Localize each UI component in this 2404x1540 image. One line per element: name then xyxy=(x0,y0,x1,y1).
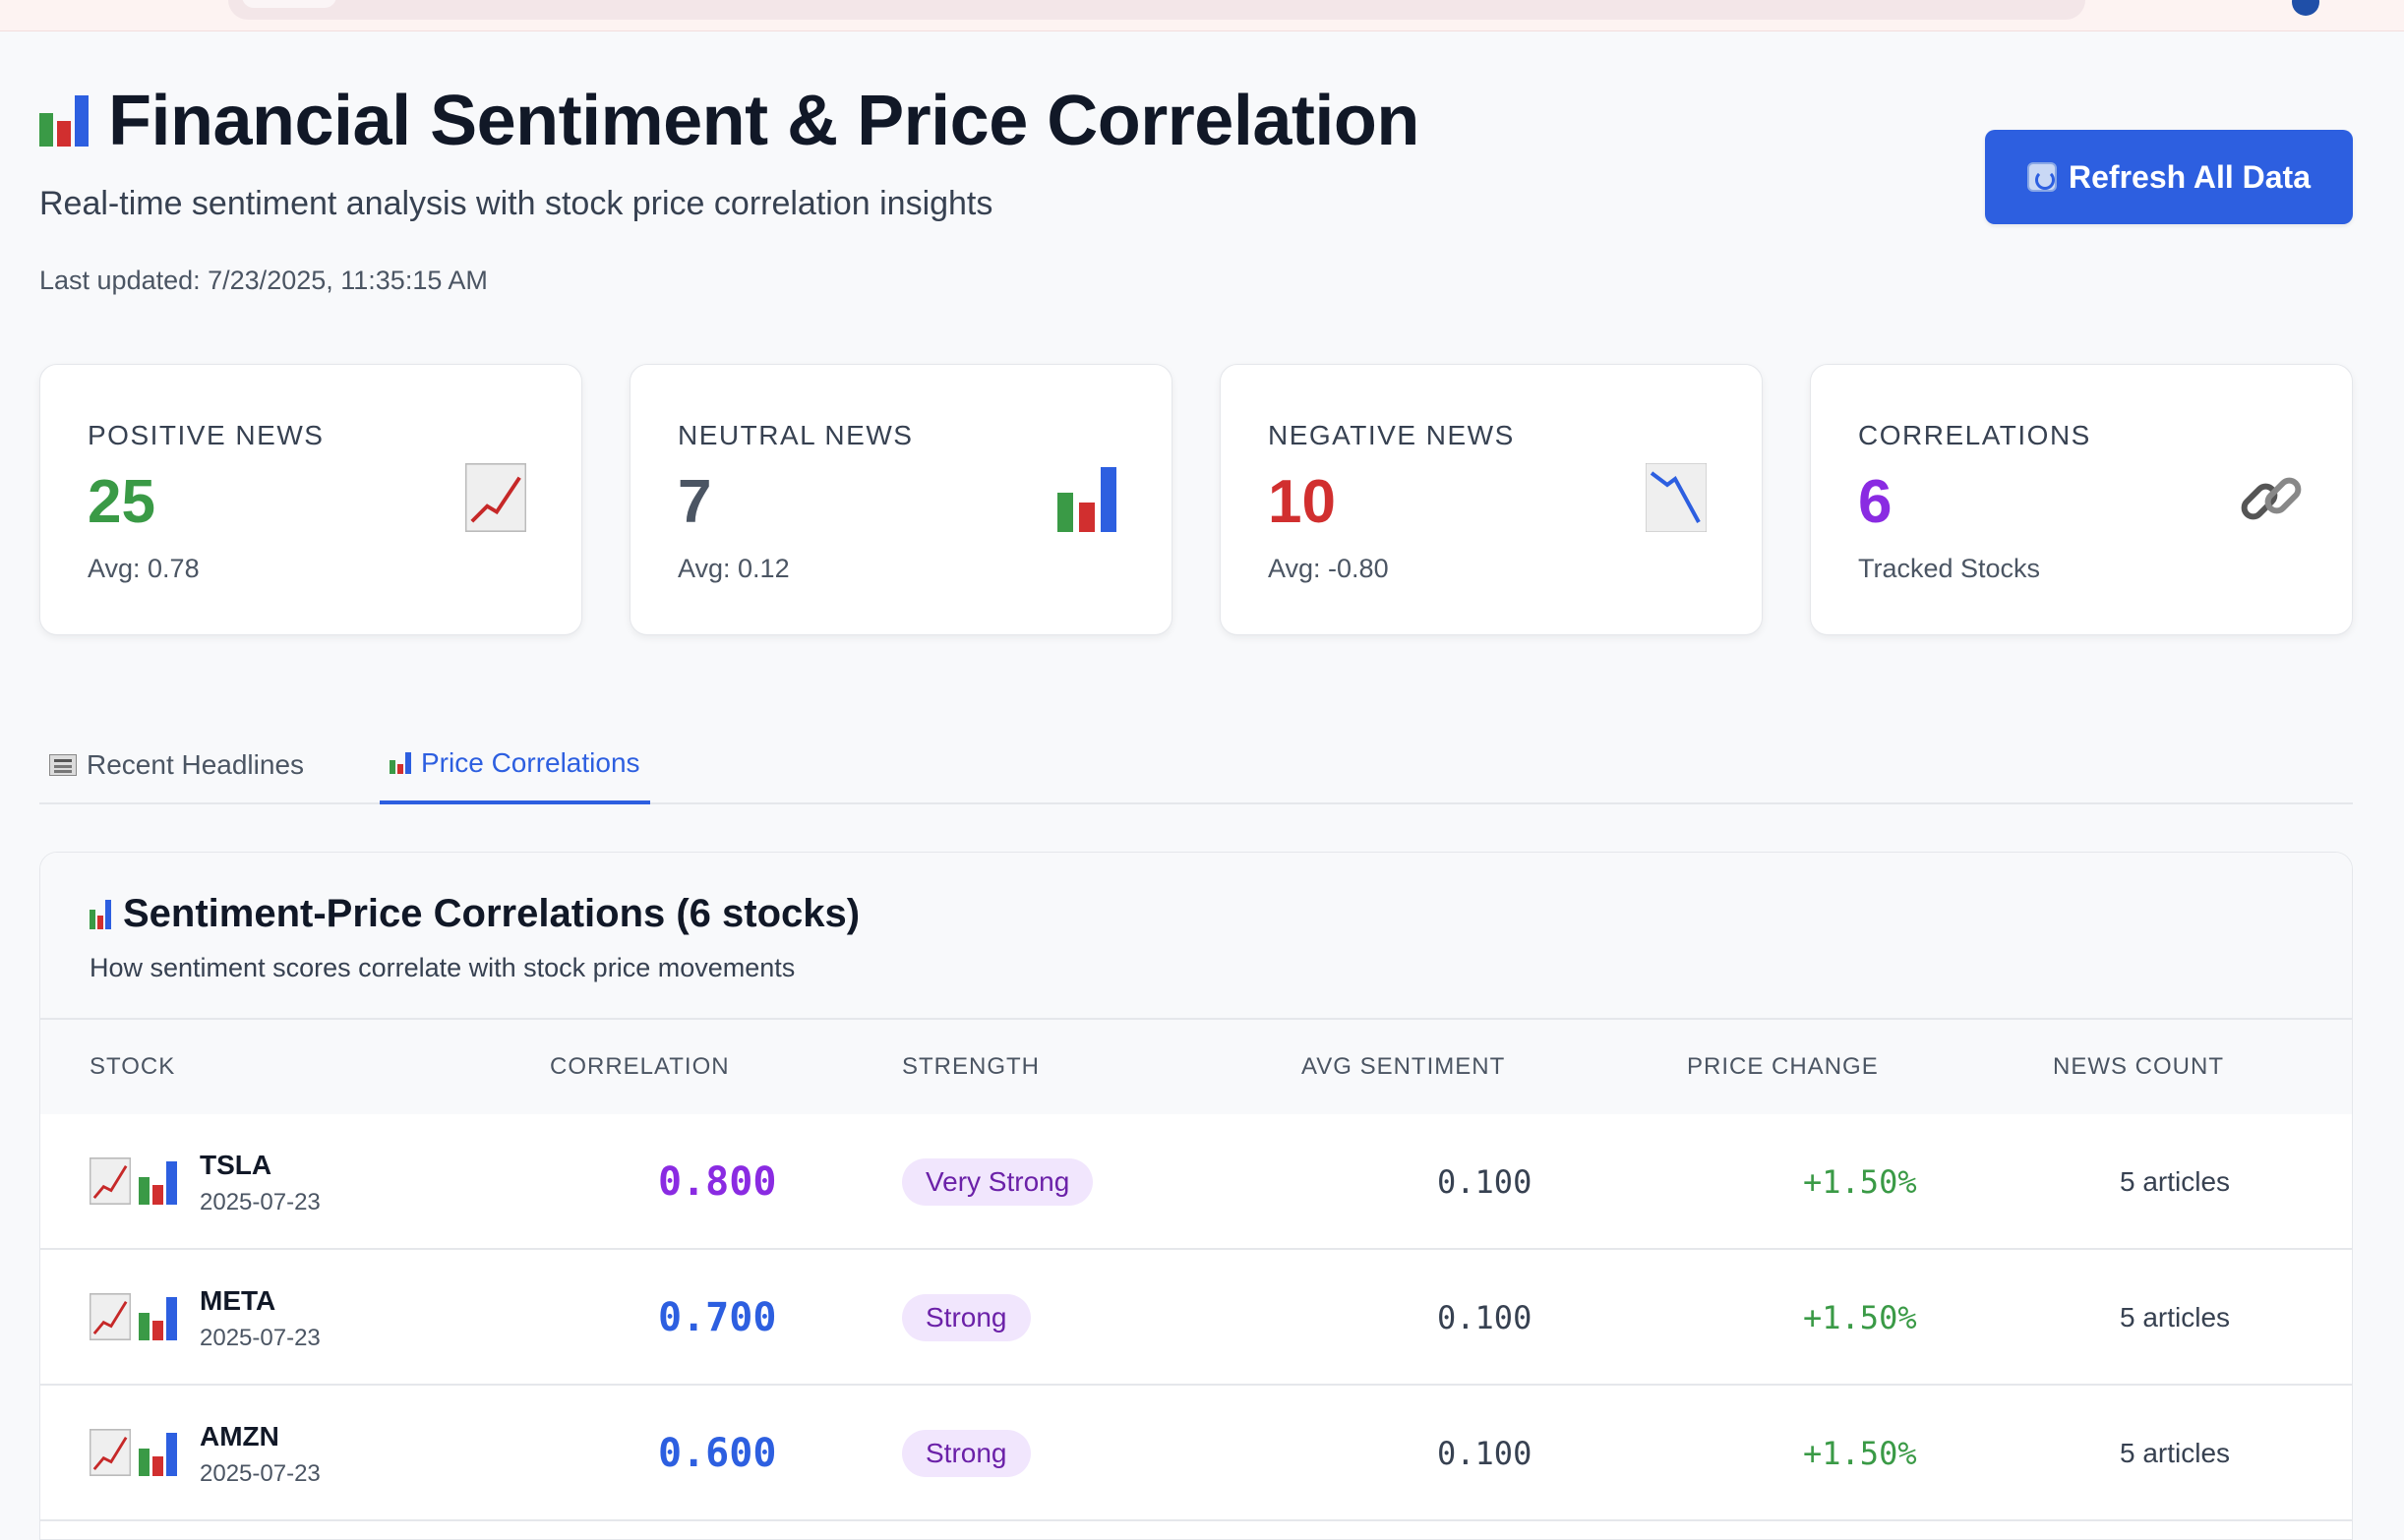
column-header-correlation[interactable]: CORRELATION xyxy=(550,1020,730,1114)
strength-cell: Strong xyxy=(902,1386,1031,1521)
table-row[interactable]: TSLA 2025-07-23 0.800 Very Strong 0.100 … xyxy=(40,1114,2352,1250)
correlation-value: 0.700 xyxy=(658,1295,777,1340)
link-icon xyxy=(2236,463,2302,534)
refresh-icon xyxy=(2027,162,2057,192)
chart-increasing-icon xyxy=(90,1293,131,1340)
bar-chart-icon xyxy=(139,1161,177,1205)
panel-title: Sentiment-Price Correlations (6 stocks) xyxy=(90,892,860,936)
stock-date: 2025-07-23 xyxy=(200,1325,321,1351)
panel-header: Sentiment-Price Correlations (6 stocks) … xyxy=(40,853,2352,1020)
stat-sub: Avg: -0.80 xyxy=(1268,554,1389,583)
bar-chart-icon xyxy=(139,1433,177,1476)
tab-price-correlations[interactable]: Price Correlations xyxy=(380,726,650,804)
price-change-value: +1.50% xyxy=(1803,1163,1917,1201)
stat-label: NEUTRAL NEWS xyxy=(678,420,914,450)
column-header-strength[interactable]: STRENGTH xyxy=(902,1020,1040,1114)
stat-value: 7 xyxy=(678,468,712,536)
avg-sentiment-value: 0.100 xyxy=(1437,1435,1533,1472)
stock-date: 2025-07-23 xyxy=(200,1460,321,1487)
chart-increasing-icon xyxy=(465,463,528,534)
news-count-value: 5 articles xyxy=(2120,1302,2231,1333)
bar-chart-icon xyxy=(39,95,89,147)
news-count-value: 5 articles xyxy=(2120,1166,2231,1197)
correlation-value: 0.600 xyxy=(658,1431,777,1476)
strength-cell: Very Strong xyxy=(902,1114,1094,1250)
address-bar[interactable] xyxy=(228,0,2085,20)
news-count-value: 5 articles xyxy=(2120,1438,2231,1468)
table-header: STOCK CORRELATION STRENGTH AVG SENTIMENT… xyxy=(40,1020,2352,1114)
last-updated-text: Last updated: 7/23/2025, 11:35:15 AM xyxy=(39,266,488,295)
strength-badge: Strong xyxy=(902,1430,1031,1477)
stat-card-neutral: NEUTRAL NEWS 7 Avg: 0.12 xyxy=(630,364,1172,635)
bar-chart-icon xyxy=(139,1297,177,1340)
avg-sentiment-value: 0.100 xyxy=(1437,1299,1533,1336)
stock-icons xyxy=(90,1429,178,1476)
profile-avatar[interactable] xyxy=(2292,0,2319,16)
column-header-news-count[interactable]: NEWS COUNT xyxy=(2053,1020,2224,1114)
bar-chart-icon xyxy=(90,899,111,929)
stat-label: NEGATIVE NEWS xyxy=(1268,420,1515,450)
column-header-stock[interactable]: STOCK xyxy=(90,1020,175,1114)
browser-toolbar xyxy=(0,0,2404,31)
table-row[interactable]: AMZN 2025-07-23 0.600 Strong 0.100 +1.50… xyxy=(40,1386,2352,1521)
stats-row: POSITIVE NEWS 25 Avg: 0.78 NEUTRAL NEWS … xyxy=(39,364,2353,635)
stock-ticker: AMZN xyxy=(200,1421,279,1451)
tab-label: Recent Headlines xyxy=(87,749,305,780)
bar-chart-icon xyxy=(1055,463,1118,534)
stat-label: POSITIVE NEWS xyxy=(88,420,325,450)
bar-chart-icon xyxy=(390,752,411,774)
table-row[interactable]: META 2025-07-23 0.700 Strong 0.100 +1.50… xyxy=(40,1250,2352,1386)
stock-ticker: TSLA xyxy=(200,1150,272,1180)
chart-increasing-icon xyxy=(90,1157,131,1205)
stat-label: CORRELATIONS xyxy=(1858,420,2091,450)
stat-sub: Avg: 0.78 xyxy=(88,554,200,583)
refresh-all-data-button[interactable]: Refresh All Data xyxy=(1985,130,2353,224)
dashboard-page: Financial Sentiment & Price Correlation … xyxy=(0,31,2404,1540)
panel-title-text: Sentiment-Price Correlations (6 stocks) xyxy=(123,892,861,935)
price-change-value: +1.50% xyxy=(1803,1435,1917,1472)
page-title: Financial Sentiment & Price Correlation xyxy=(39,81,1419,161)
avg-sentiment-value: 0.100 xyxy=(1437,1163,1533,1201)
correlation-value: 0.800 xyxy=(658,1159,777,1205)
tab-recent-headlines[interactable]: Recent Headlines xyxy=(39,726,314,804)
correlations-panel: Sentiment-Price Correlations (6 stocks) … xyxy=(39,852,2353,1540)
stock-ticker: META xyxy=(200,1285,276,1316)
newspaper-icon xyxy=(49,754,77,776)
stat-sub: Tracked Stocks xyxy=(1858,554,2041,583)
price-change-value: +1.50% xyxy=(1803,1299,1917,1336)
stat-card-correlations: CORRELATIONS 6 Tracked Stocks xyxy=(1810,364,2353,635)
chart-increasing-icon xyxy=(90,1429,131,1476)
stock-date: 2025-07-23 xyxy=(200,1189,321,1215)
stat-card-negative: NEGATIVE NEWS 10 Avg: -0.80 xyxy=(1220,364,1763,635)
strength-badge: Strong xyxy=(902,1294,1031,1341)
stock-icons xyxy=(90,1293,178,1340)
stat-sub: Avg: 0.12 xyxy=(678,554,790,583)
page-header: Financial Sentiment & Price Correlation … xyxy=(39,81,2353,336)
stat-card-positive: POSITIVE NEWS 25 Avg: 0.78 xyxy=(39,364,582,635)
stat-value: 10 xyxy=(1268,468,1336,536)
panel-subtitle: How sentiment scores correlate with stoc… xyxy=(90,953,796,982)
address-bar-segment xyxy=(242,0,336,8)
stock-icons xyxy=(90,1157,178,1205)
stat-value: 6 xyxy=(1858,468,1893,536)
page-subtitle: Real-time sentiment analysis with stock … xyxy=(39,185,993,222)
column-header-avg-sentiment[interactable]: AVG SENTIMENT xyxy=(1301,1020,1505,1114)
chart-decreasing-icon xyxy=(1645,462,1709,534)
refresh-button-label: Refresh All Data xyxy=(2069,158,2311,195)
stat-value: 25 xyxy=(88,468,155,536)
page-title-text: Financial Sentiment & Price Correlation xyxy=(108,82,1419,160)
column-header-price-change[interactable]: PRICE CHANGE xyxy=(1687,1020,1879,1114)
strength-badge: Very Strong xyxy=(902,1158,1094,1206)
strength-cell: Strong xyxy=(902,1250,1031,1386)
tab-label: Price Correlations xyxy=(421,747,640,778)
tab-bar: Recent Headlines Price Correlations xyxy=(39,708,2353,804)
